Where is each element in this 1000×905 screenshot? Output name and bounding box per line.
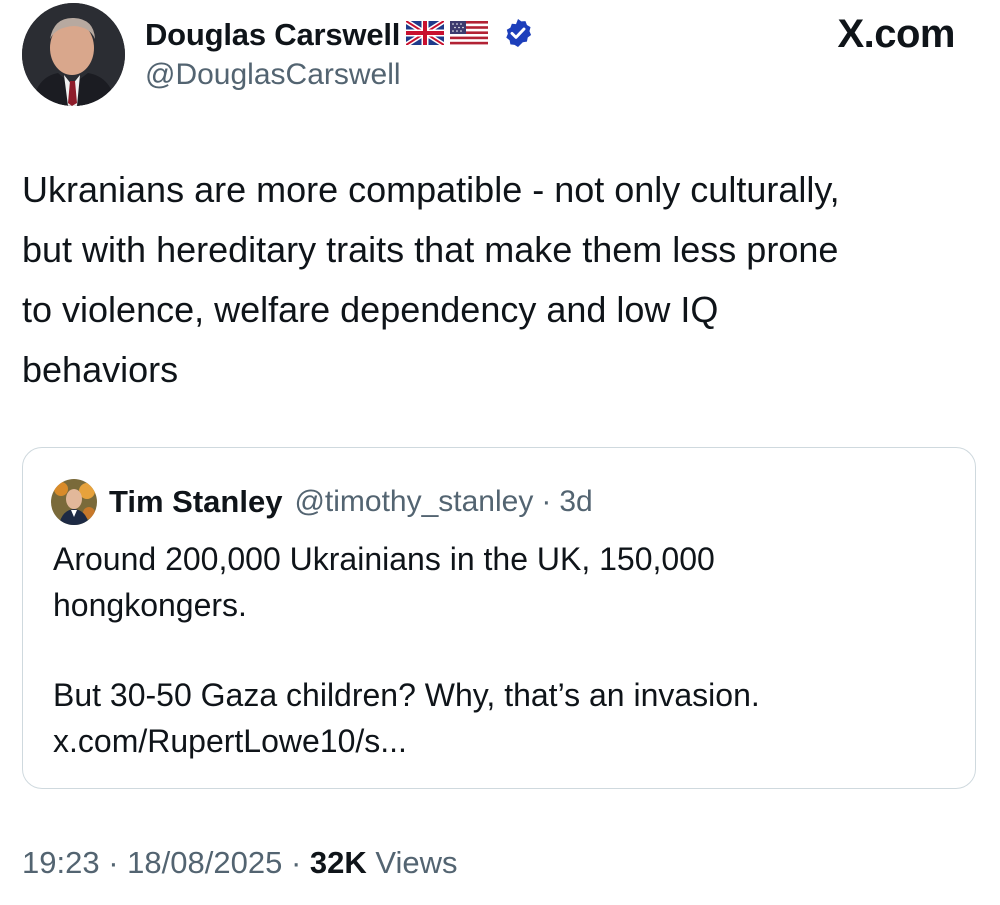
quote-line: Around 200,000 Ukrainians in the UK, 150… [53,541,715,577]
tweet-meta: 19:23 · 18/08/2025 · 32K Views [22,845,458,881]
tweet-text: Ukranians are more compatible - not only… [22,160,972,400]
quote-author-avatar[interactable] [51,479,97,525]
quote-line: But 30-50 Gaza children? Why, that’s an … [53,677,760,713]
tweet-line: behaviors [22,349,179,390]
separator-dot: · [108,845,119,880]
verified-badge-icon [502,17,534,54]
us-flag-icon [450,20,489,50]
x-com-brand: X.com [837,12,955,56]
tweet-line: to violence, welfare dependency and low … [22,289,719,330]
quote-link[interactable]: x.com/RupertLowe10/s... [53,718,953,764]
uk-flag-icon [404,18,446,50]
tweet-line: Ukranians are more compatible - not only… [22,169,840,210]
quote-author-handle[interactable]: @timothy_stanley [294,485,533,519]
separator-dot: · [541,485,552,518]
quote-header: Tim Stanley @timothy_stanley · 3d [51,479,593,525]
author-avatar[interactable] [22,3,125,106]
quoted-tweet-card[interactable]: Tim Stanley @timothy_stanley · 3d Around… [22,447,976,789]
separator-dot: · [290,845,302,880]
author-name-row: Douglas Carswell [145,14,534,56]
tweet-line: but with hereditary traits that make the… [22,229,839,270]
views-count[interactable]: 32K [310,845,367,880]
quote-timestamp[interactable]: 3d [559,485,592,519]
quote-text: Around 200,000 Ukrainians in the UK, 150… [53,536,953,764]
author-handle[interactable]: @DouglasCarswell [145,58,401,92]
views-label: Views [375,845,458,880]
tweet-date[interactable]: 18/08/2025 [127,845,282,880]
quote-author-name[interactable]: Tim Stanley [109,484,282,520]
quote-line: hongkongers. [53,587,247,623]
tweet-time[interactable]: 19:23 [22,845,100,880]
author-name[interactable]: Douglas Carswell [145,17,400,53]
